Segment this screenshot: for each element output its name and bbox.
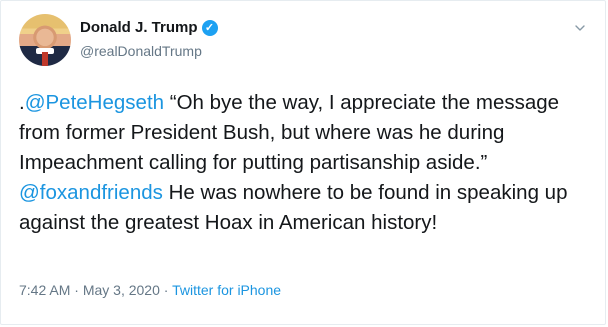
- meta-separator: ·: [70, 282, 83, 298]
- tweet-meta: 7:42 AM · May 3, 2020 · Twitter for iPho…: [19, 282, 281, 298]
- tweet-date[interactable]: May 3, 2020: [83, 282, 160, 298]
- chevron-down-icon[interactable]: [575, 23, 585, 33]
- tweet-time[interactable]: 7:42 AM: [19, 282, 70, 298]
- avatar[interactable]: [19, 14, 71, 66]
- display-name[interactable]: Donald J. Trump: [80, 19, 198, 36]
- avatar-tie: [42, 52, 48, 66]
- tweet-card: Donald J. Trump ✓ @realDonaldTrump .@Pet…: [0, 0, 606, 325]
- tweet-text: .@PeteHegseth “Oh bye the way, I appreci…: [19, 88, 591, 238]
- meta-separator: ·: [159, 282, 173, 298]
- mention-petehegseth[interactable]: @PeteHegseth: [25, 91, 164, 114]
- author-name-row[interactable]: Donald J. Trump ✓: [80, 19, 218, 36]
- verified-badge-icon: ✓: [201, 19, 218, 36]
- user-handle[interactable]: @realDonaldTrump: [80, 43, 202, 59]
- tweet-source-link[interactable]: Twitter for iPhone: [172, 282, 281, 298]
- mention-foxandfriends[interactable]: @foxandfriends: [19, 181, 163, 204]
